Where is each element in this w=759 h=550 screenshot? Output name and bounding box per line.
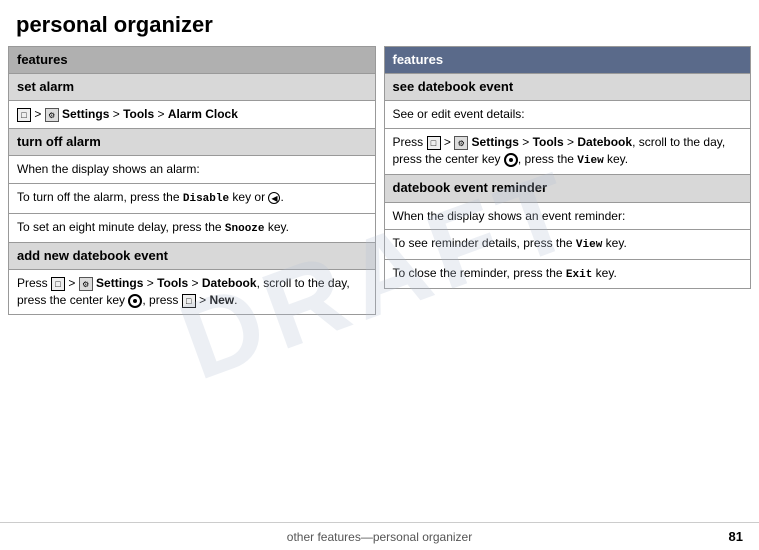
content-area: features set alarm □ > ⚙ Settings > Tool… [0,46,759,315]
exit-key-label: Exit [566,269,592,281]
footer-center-text: other features—personal organizer [198,530,562,544]
set-alarm-nav-row: □ > ⚙ Settings > Tools > Alarm Clock [9,101,376,129]
menu-btn-right: □ [427,136,441,150]
turn-off-alarm-disable-row: To turn off the alarm, press the Disable… [9,184,376,213]
left-column: features set alarm □ > ⚙ Settings > Tool… [8,46,380,315]
page-number: 81 [561,529,743,544]
center-key-icon [128,294,142,308]
menu-button-icon: □ [17,108,31,122]
set-alarm-title: set alarm [9,74,376,101]
add-datebook-title-row: add new datebook event [9,242,376,269]
settings-icon: ⚙ [45,108,59,122]
see-datebook-title: see datebook event [384,74,751,101]
turn-off-alarm-disable: To turn off the alarm, press the Disable… [9,184,376,213]
snooze-key-label: Snooze [225,223,265,235]
datebook-reminder-desc: When the display shows an event reminder… [384,202,751,230]
left-feature-table: features set alarm □ > ⚙ Settings > Tool… [8,46,376,315]
settings-icon-3: ⚙ [454,136,468,150]
see-datebook-desc: See or edit event details: [384,101,751,129]
back-button-icon: ◀ [268,192,280,204]
datebook-reminder-exit: To close the reminder, press the Exit ke… [384,259,751,288]
turn-off-alarm-desc: When the display shows an alarm: [9,156,376,184]
right-header-cell: features [384,47,751,74]
add-datebook-title: add new datebook event [9,242,376,269]
left-header-cell: features [9,47,376,74]
right-feature-table: features see datebook event See or edit … [384,46,752,289]
left-table-header: features [9,47,376,74]
datebook-reminder-exit-row: To close the reminder, press the Exit ke… [384,259,751,288]
see-datebook-nav-row: Press □ > ⚙ Settings > Tools > Datebook,… [384,129,751,175]
view-key-label-2: View [576,239,602,251]
settings-icon-2: ⚙ [79,277,93,291]
right-table-header: features [384,47,751,74]
page-title: personal organizer [0,0,759,46]
add-datebook-nav-cell: Press □ > ⚙ Settings > Tools > Datebook,… [9,270,376,315]
footer-bar: other features—personal organizer 81 [0,522,759,550]
turn-off-alarm-snooze: To set an eight minute delay, press the … [9,213,376,242]
datebook-reminder-view: To see reminder details, press the View … [384,230,751,259]
turn-off-alarm-title-row: turn off alarm [9,129,376,156]
datebook-reminder-desc-row: When the display shows an event reminder… [384,202,751,230]
set-alarm-title-row: set alarm [9,74,376,101]
set-alarm-nav-cell: □ > ⚙ Settings > Tools > Alarm Clock [9,101,376,129]
view-key-label: View [577,155,603,167]
see-datebook-title-row: see datebook event [384,74,751,101]
center-key-icon-2 [504,153,518,167]
add-datebook-nav-row: Press □ > ⚙ Settings > Tools > Datebook,… [9,270,376,315]
turn-off-alarm-title: turn off alarm [9,129,376,156]
menu-btn-left-2: □ [182,294,196,308]
see-datebook-desc-row: See or edit event details: [384,101,751,129]
see-datebook-nav-cell: Press □ > ⚙ Settings > Tools > Datebook,… [384,129,751,175]
turn-off-alarm-snooze-row: To set an eight minute delay, press the … [9,213,376,242]
datebook-reminder-title-row: datebook event reminder [384,175,751,202]
turn-off-alarm-desc-row: When the display shows an alarm: [9,156,376,184]
right-column: features see datebook event See or edit … [380,46,752,315]
menu-btn-left: □ [51,277,65,291]
datebook-reminder-title: datebook event reminder [384,175,751,202]
datebook-reminder-view-row: To see reminder details, press the View … [384,230,751,259]
disable-key-label: Disable [183,193,229,205]
